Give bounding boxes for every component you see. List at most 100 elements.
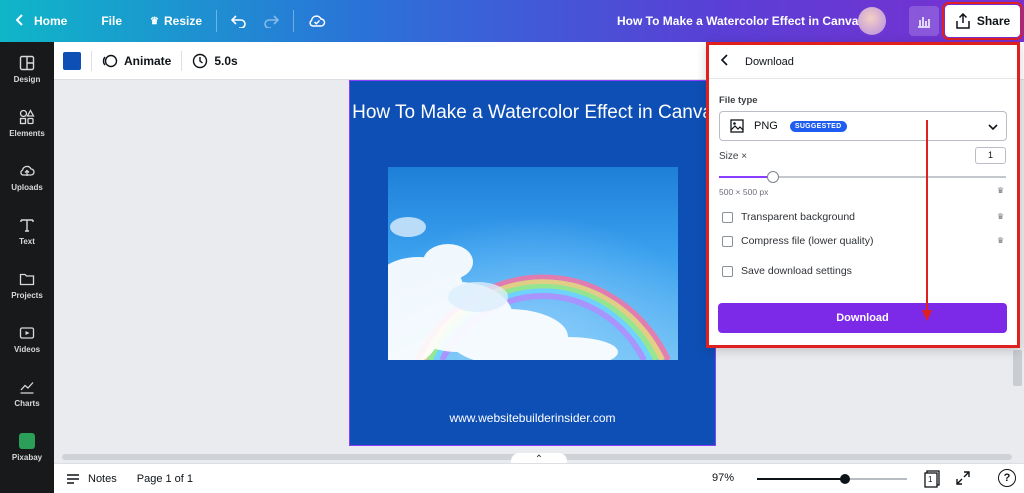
option-compress-file[interactable]: Compress file (lower quality) — [722, 235, 873, 247]
sidebar-item-label: Text — [19, 236, 35, 246]
sidebar-item-charts[interactable]: Charts — [0, 366, 54, 420]
insights-button[interactable] — [909, 6, 939, 36]
chevron-left-icon — [15, 13, 24, 29]
home-button[interactable]: Home — [8, 0, 75, 42]
zoom-level[interactable]: 97% — [712, 472, 734, 484]
redo-icon — [264, 15, 280, 28]
design-page[interactable]: How To Make a Watercolor Effect in Canva — [349, 80, 716, 446]
checkbox[interactable] — [722, 265, 733, 277]
zoom-slider[interactable] — [757, 478, 907, 480]
page-count-badge: 1 — [928, 475, 933, 484]
color-swatch[interactable] — [63, 51, 81, 70]
avatar[interactable] — [858, 7, 886, 35]
expand-icon — [956, 471, 970, 485]
size-input[interactable]: 1 — [975, 147, 1006, 164]
divider — [216, 10, 218, 32]
design-title[interactable]: How To Make a Watercolor Effect in Canva — [350, 99, 715, 127]
file-type-value: PNG — [754, 120, 778, 132]
home-label: Home — [34, 14, 68, 28]
sidebar-item-elements[interactable]: Elements — [0, 96, 54, 150]
sidebar-item-label: Elements — [9, 128, 45, 138]
sidebar-item-label: Charts — [14, 398, 40, 408]
top-bar: Home File ♛ Resize How To Make a Waterco… — [0, 0, 1024, 42]
divider — [181, 50, 183, 71]
resize-label: Resize — [163, 14, 203, 28]
duration-label: 5.0s — [214, 53, 238, 68]
help-button[interactable]: ? — [998, 469, 1016, 487]
sidebar-item-label: Uploads — [11, 182, 43, 192]
undo-icon — [231, 15, 246, 28]
chevron-left-icon — [720, 54, 728, 66]
suggested-badge: SUGGESTED — [789, 120, 847, 132]
sidebar-item-label: Projects — [11, 290, 43, 300]
upload-icon — [956, 13, 970, 29]
cloud-check-icon — [309, 15, 326, 27]
sidebar-item-label: Pixabay — [11, 452, 43, 462]
option-label: Compress file (lower quality) — [741, 235, 874, 247]
option-save-settings[interactable]: Save download settings — [722, 265, 852, 277]
notes-button[interactable]: Notes — [66, 473, 117, 485]
size-slider-fill — [719, 176, 774, 178]
sidebar-item-design[interactable]: Design — [0, 42, 54, 96]
help-label: ? — [1003, 472, 1011, 484]
divider — [91, 50, 92, 71]
zoom-slider-handle[interactable] — [840, 474, 850, 484]
animate-button[interactable]: Animate — [102, 53, 171, 69]
pixabay-icon — [19, 432, 35, 449]
sidebar-item-uploads[interactable]: Uploads — [0, 150, 54, 204]
bar-chart-icon — [918, 17, 930, 28]
file-type-label: File type — [719, 95, 758, 106]
download-button[interactable]: Download — [718, 303, 1007, 333]
animate-label: Animate — [124, 53, 172, 68]
download-panel-title: Download — [745, 55, 794, 68]
download-button-label: Download — [836, 312, 889, 324]
chevron-down-icon — [988, 122, 998, 134]
download-panel-header: Download — [709, 45, 1017, 79]
text-icon — [20, 218, 34, 232]
size-label: Size × — [719, 151, 748, 162]
folder-icon — [19, 273, 35, 285]
divider — [293, 10, 295, 32]
image-icon — [730, 119, 744, 133]
size-slider-handle[interactable] — [767, 171, 779, 183]
fullscreen-button[interactable] — [956, 471, 970, 488]
redo-button[interactable] — [255, 0, 287, 42]
design-icon — [19, 55, 35, 70]
file-type-select[interactable]: PNG SUGGESTED — [719, 111, 1007, 141]
document-title[interactable]: How To Make a Watercolor Effect in Canva — [617, 0, 858, 42]
bottom-bar: Notes Page 1 of 1 97% 1 ? — [54, 463, 1024, 493]
dimensions-text: 500 × 500 px — [719, 187, 769, 197]
design-url-text[interactable]: www.websitebuilderinsider.com — [350, 411, 715, 425]
vertical-scrollbar[interactable] — [1013, 350, 1022, 386]
sidebar-item-pixabay[interactable]: Pixabay — [0, 420, 54, 474]
clock-icon — [193, 53, 208, 68]
download-panel: Download File type PNG SUGGESTED Size × … — [706, 42, 1020, 348]
file-menu[interactable]: File — [93, 0, 130, 42]
sidebar-item-label: Videos — [13, 344, 41, 354]
undo-button[interactable] — [223, 0, 255, 42]
animate-icon — [102, 54, 118, 67]
crown-icon: ♛ — [997, 212, 1005, 221]
back-button[interactable] — [720, 54, 735, 69]
sidebar-item-videos[interactable]: Videos — [0, 312, 54, 366]
chart-icon — [20, 381, 34, 394]
size-slider[interactable] — [719, 176, 1006, 178]
checkbox[interactable] — [722, 211, 733, 223]
sidebar-item-text[interactable]: Text — [0, 204, 54, 258]
page-indicator[interactable]: Page 1 of 1 — [137, 473, 193, 485]
page-grid-button[interactable]: 1 — [924, 470, 940, 488]
sidebar-item-projects[interactable]: Projects — [0, 258, 54, 312]
option-transparent-background[interactable]: Transparent background — [722, 211, 855, 223]
share-label: Share — [976, 14, 1011, 28]
left-sidebar: Design Elements Uploads Text Projects Vi… — [0, 42, 54, 493]
checkbox[interactable] — [722, 235, 733, 247]
notes-label: Notes — [88, 472, 117, 485]
resize-button[interactable]: ♛ Resize — [142, 0, 210, 42]
rainbow-sky-image[interactable] — [388, 167, 678, 360]
crown-icon: ♛ — [997, 186, 1005, 195]
duration-button[interactable]: 5.0s — [192, 53, 238, 69]
cloud-save-status[interactable] — [300, 0, 334, 42]
file-label: File — [101, 14, 123, 28]
crown-icon: ♛ — [997, 236, 1005, 245]
share-button[interactable]: Share — [942, 2, 1023, 40]
